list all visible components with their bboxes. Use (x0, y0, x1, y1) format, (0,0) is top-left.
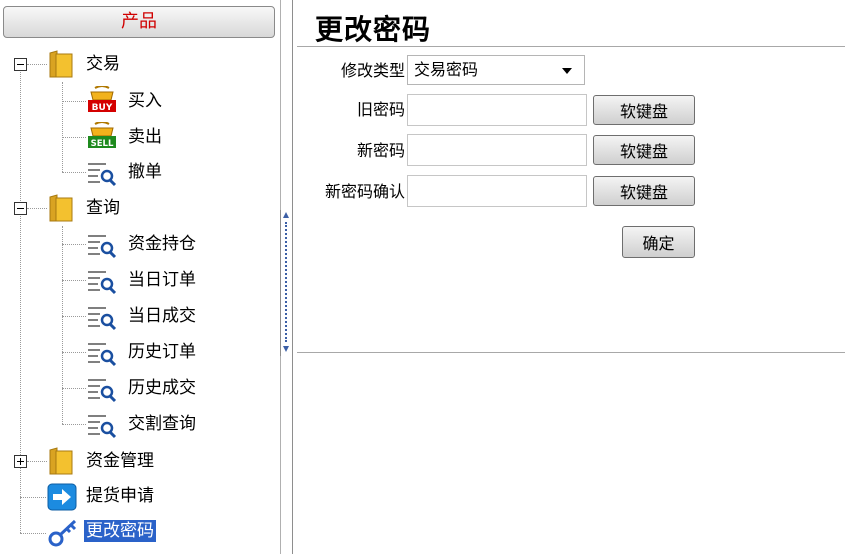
key-icon (48, 519, 77, 547)
tree-node-change-password[interactable]: 更改密码 (84, 520, 156, 542)
sell-badge-text: SELL (91, 139, 114, 149)
folder-icon (49, 447, 73, 475)
tree-line (62, 137, 86, 138)
tree-line (20, 468, 21, 533)
modify-type-value: 交易密码 (414, 60, 479, 79)
tree-line (27, 208, 47, 209)
tree-node-history-trades[interactable]: 历史成交 (128, 377, 196, 399)
product-panel-header[interactable]: 产品 (3, 6, 275, 38)
tree-line (62, 101, 86, 102)
list-search-icon (88, 163, 117, 187)
product-tree-panel: 产品 交易 BUY 买入 SELL 卖出 撤单 查询 资金持仓 当日订单 当日成… (0, 0, 281, 554)
list-search-icon (88, 307, 117, 331)
splitter-grip (285, 222, 287, 342)
list-search-icon (88, 379, 117, 403)
buy-basket-icon: BUY (88, 86, 116, 113)
query-collapse-toggle[interactable] (14, 202, 27, 215)
tree-node-trade[interactable]: 交易 (86, 53, 120, 75)
tree-line (62, 352, 86, 353)
collapse-left-icon[interactable] (283, 212, 289, 218)
tree-node-delivery-query[interactable]: 交割查询 (128, 413, 196, 435)
tree-line (62, 172, 86, 173)
tree-line (27, 64, 47, 65)
old-password-keyboard-button[interactable]: 软键盘 (593, 95, 695, 125)
confirm-button[interactable]: 确定 (622, 226, 695, 258)
new-password-field[interactable] (407, 134, 587, 166)
new-password-keyboard-button[interactable]: 软键盘 (593, 135, 695, 165)
modify-type-select[interactable]: 交易密码 (407, 55, 585, 85)
tree-line (62, 424, 86, 425)
confirm-password-field[interactable] (407, 175, 587, 207)
list-search-icon (88, 235, 117, 259)
folder-icon (49, 50, 73, 78)
tree-node-cancel[interactable]: 撤单 (128, 161, 162, 183)
tree-line (62, 280, 86, 281)
tree-node-history-orders[interactable]: 历史订单 (128, 341, 196, 363)
tree-line (62, 82, 63, 172)
collapse-left-icon[interactable] (283, 346, 289, 352)
folder-icon (49, 194, 73, 222)
title-divider (297, 46, 845, 47)
tree-line (62, 226, 63, 424)
confirm-password-label: 新密码确认 (324, 182, 405, 201)
tree-node-funds-positions[interactable]: 资金持仓 (128, 233, 196, 255)
tree-line (20, 213, 21, 463)
list-search-icon (88, 343, 117, 367)
list-search-icon (88, 415, 117, 439)
tree-line (20, 497, 46, 498)
panel-splitter[interactable] (280, 210, 291, 356)
change-password-panel: 更改密码 修改类型 交易密码 旧密码 软键盘 新密码 软键盘 新密码确认 软键盘… (292, 0, 848, 554)
old-password-field[interactable] (407, 94, 587, 126)
page-title: 更改密码 (315, 13, 432, 46)
tree-node-sell[interactable]: 卖出 (128, 126, 162, 148)
tree-node-funds-management[interactable]: 资金管理 (86, 450, 154, 472)
chevron-down-icon[interactable] (562, 68, 572, 74)
sell-basket-icon: SELL (88, 122, 116, 149)
tree-node-query[interactable]: 查询 (86, 197, 120, 219)
arrow-right-icon (47, 483, 77, 511)
new-password-label: 新密码 (356, 141, 405, 160)
modify-type-label: 修改类型 (340, 61, 405, 80)
buy-badge-text: BUY (92, 103, 113, 113)
funds-expand-toggle[interactable] (14, 455, 27, 468)
tree-line (20, 72, 21, 207)
list-search-icon (88, 271, 117, 295)
tree-node-delivery-request[interactable]: 提货申请 (86, 485, 154, 507)
tree-node-today-trades[interactable]: 当日成交 (128, 305, 196, 327)
tree-line (20, 533, 46, 534)
tree-line (62, 244, 86, 245)
old-password-label: 旧密码 (356, 100, 405, 119)
confirm-password-keyboard-button[interactable]: 软键盘 (593, 176, 695, 206)
trade-collapse-toggle[interactable] (14, 58, 27, 71)
form-divider (297, 352, 845, 353)
tree-line (62, 388, 86, 389)
tree-line (62, 316, 86, 317)
tree-line (27, 461, 47, 462)
tree-node-buy[interactable]: 买入 (128, 90, 162, 112)
tree-node-today-orders[interactable]: 当日订单 (128, 269, 196, 291)
